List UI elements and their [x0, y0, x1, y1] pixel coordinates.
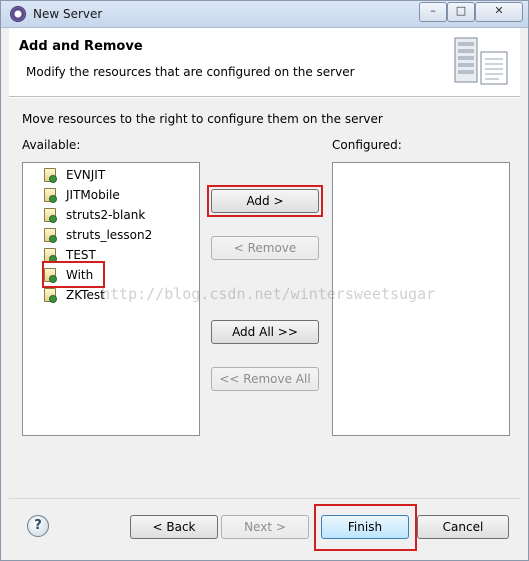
eclipse-icon: [10, 6, 26, 22]
add-all-button[interactable]: Add All >>: [211, 320, 319, 344]
server-document-icon: [454, 37, 508, 85]
web-project-icon: [44, 288, 57, 303]
add-remove-panel: Move resources to the right to configure…: [9, 97, 520, 498]
add-button-highlight: [207, 185, 323, 217]
watermark-text: http://blog.csdn.net/wintersweetsugar: [101, 285, 436, 303]
web-project-icon: [44, 228, 57, 243]
finish-button-highlight: [314, 504, 417, 551]
web-project-icon: [44, 188, 57, 203]
help-icon[interactable]: ?: [27, 515, 49, 537]
back-button[interactable]: < Back: [130, 515, 218, 539]
minimize-button[interactable]: –: [419, 2, 447, 22]
web-project-icon: [44, 168, 57, 183]
remove-all-button[interactable]: << Remove All: [211, 367, 319, 391]
instruction-text: Move resources to the right to configure…: [22, 112, 383, 126]
page-description: Modify the resources that are configured…: [26, 65, 355, 79]
remove-button[interactable]: < Remove: [211, 236, 319, 260]
web-project-icon: [44, 208, 57, 223]
window-title: New Server: [33, 7, 103, 21]
close-button[interactable]: ✕: [475, 2, 523, 22]
wizard-header: Add and Remove Modify the resources that…: [9, 28, 520, 97]
wizard-footer: ? < Back Next > Finish Cancel: [9, 498, 520, 557]
web-project-icon: [44, 248, 57, 263]
configured-label: Configured:: [332, 138, 402, 152]
page-title: Add and Remove: [19, 39, 143, 54]
next-button[interactable]: Next >: [221, 515, 309, 539]
with-item-highlight: [42, 261, 105, 288]
cancel-button[interactable]: Cancel: [417, 515, 509, 539]
available-label: Available:: [22, 138, 81, 152]
title-bar[interactable]: New Server – □ ✕: [1, 1, 528, 28]
maximize-button[interactable]: □: [447, 2, 475, 22]
new-server-dialog: New Server – □ ✕ Add and Remove Modify t…: [0, 0, 529, 561]
